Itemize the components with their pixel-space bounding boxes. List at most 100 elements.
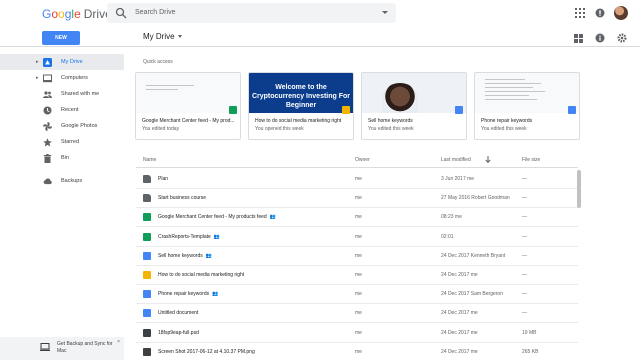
grid-view-icon[interactable]: [572, 32, 584, 44]
file-size: 19 MB: [522, 329, 537, 336]
file-last-modified: 24 Dec 2017 me: [441, 272, 478, 278]
table-row[interactable]: Untitled document me 24 Dec 2017 me —: [136, 304, 578, 324]
file-size: —: [522, 252, 527, 259]
expand-arrow-icon[interactable]: ▸: [36, 59, 39, 65]
info-icon[interactable]: [594, 32, 606, 44]
sidebar-item-bin[interactable]: Bin: [0, 150, 124, 166]
table-row[interactable]: Plan me 3 Jun 2017 me —: [136, 170, 578, 189]
table-row[interactable]: Google Merchant Center feed - My product…: [136, 208, 578, 228]
table-row[interactable]: Phone repair keywords 👥 me 24 Dec 2017 Sam …: [136, 285, 578, 305]
file-name-text: Start business course: [158, 195, 207, 202]
sidebar-item-google-photos[interactable]: Google Photos: [0, 118, 124, 134]
card-title: Phone repair keywords: [481, 118, 533, 124]
file-owner: me: [355, 195, 362, 202]
quick-access-card[interactable]: Phone repair keywords You edited this we…: [474, 72, 580, 140]
file-size: —: [522, 176, 527, 182]
folder-icon: [143, 175, 151, 183]
sidebar-item-backups[interactable]: Backups: [0, 173, 124, 189]
file-list-header: Name Owner Last modified File size: [136, 152, 578, 168]
card-thumbnail: Welcome to the Cryptocurrency Investing …: [249, 73, 353, 113]
file-owner: me: [355, 214, 362, 221]
search-input[interactable]: Search Drive: [135, 7, 175, 19]
action-bar: NEW My Drive: [0, 27, 640, 47]
table-row[interactable]: Sell home keywords 👥 me 24 Dec 2017 Kenneth…: [136, 247, 578, 266]
chevron-down-icon[interactable]: [177, 35, 182, 39]
laptop-icon: [40, 343, 50, 351]
card-subtitle: You edited today: [142, 126, 180, 132]
card-subtitle: You edited this week: [368, 126, 414, 132]
card-thumbnail: [362, 73, 466, 113]
expand-arrow-icon[interactable]: ▸: [36, 75, 39, 81]
file-name-text: Untitled document: [158, 310, 199, 317]
settings-gear-icon[interactable]: [616, 32, 628, 44]
file-name: How to do social media marketing right: [158, 272, 244, 278]
sort-down-arrow-icon[interactable]: [485, 156, 491, 163]
quick-access-card[interactable]: Google Merchant Center feed - My prod...…: [135, 72, 241, 140]
table-row[interactable]: How to do social media marketing right me…: [136, 266, 578, 285]
slides-icon: [143, 271, 151, 279]
avatar[interactable]: [614, 6, 628, 20]
backup-and-sync-promo[interactable]: Get Backup and Sync for Mac ×: [0, 337, 124, 360]
quick-access-card[interactable]: Welcome to the Cryptocurrency Investing …: [248, 72, 354, 140]
table-row[interactable]: CrashReports-Template 👥 me 02:01 —: [136, 228, 578, 247]
quick-access-card[interactable]: Sell home keywords You edited this week: [361, 72, 467, 140]
file-size: —: [522, 310, 527, 317]
card-title: Google Merchant Center feed - My prod...: [142, 118, 235, 124]
breadcrumb-my-drive[interactable]: My Drive: [143, 32, 175, 41]
file-last-modified: 27 May 2016 Robert Goodman: [441, 195, 510, 202]
computer-icon: [43, 74, 52, 83]
shared-icon: 👥: [212, 291, 219, 298]
file-name-text: Sell home keywords: [158, 252, 203, 259]
shared-icon: 👥: [205, 252, 212, 259]
file-name: 18fsp9eap-full.psd: [158, 330, 199, 336]
sidebar-item-shared-with-me[interactable]: Shared with me: [0, 86, 124, 102]
column-owner[interactable]: Owner: [355, 157, 370, 163]
search-options-icon[interactable]: [382, 11, 388, 14]
close-icon[interactable]: ×: [117, 339, 120, 345]
apps-grid-icon[interactable]: [574, 7, 586, 19]
sidebar-item-my-drive[interactable]: ▸ My Drive: [0, 54, 124, 70]
search-bar[interactable]: Search Drive: [107, 3, 396, 23]
sidebar-item-starred[interactable]: Starred: [0, 134, 124, 150]
file-owner: me: [355, 310, 362, 317]
image-file-icon: [143, 328, 151, 337]
docs-icon: [143, 309, 151, 318]
file-name: Google Merchant Center feed - My product…: [158, 214, 276, 220]
sidebar-item-recent[interactable]: Recent: [0, 102, 124, 118]
docs-icon: [455, 106, 463, 114]
file-owner: me: [355, 272, 362, 278]
column-file-size[interactable]: File size: [522, 157, 540, 163]
new-button[interactable]: NEW: [42, 31, 80, 45]
scrollbar[interactable]: [577, 170, 581, 208]
breadcrumb[interactable]: My Drive: [143, 32, 182, 42]
sidebar-item-computers[interactable]: ▸ Computers: [0, 70, 124, 86]
file-owner: me: [355, 348, 362, 355]
card-subtitle: You opened this week: [255, 126, 304, 132]
google-drive-logo[interactable]: Google Drive: [42, 7, 112, 21]
column-last-modified[interactable]: Last modified: [441, 157, 471, 163]
notifications-icon[interactable]: [594, 7, 606, 19]
file-owner: me: [355, 291, 362, 298]
column-name[interactable]: Name: [143, 157, 156, 163]
file-size: 265 KB: [522, 348, 539, 355]
file-size: —: [522, 195, 527, 202]
sheets-icon: [229, 106, 237, 114]
table-row[interactable]: Screen Shot 2017-06-12 at 4.10.37 PM.png…: [136, 343, 578, 360]
file-last-modified: 24 Dec 2017 Sam Bergeron: [441, 291, 503, 298]
file-last-modified: 24 Dec 2017 me: [441, 310, 478, 317]
file-name-text: Plan: [158, 176, 169, 182]
table-row[interactable]: Start business course me 27 May 2016 Rober…: [136, 189, 578, 209]
table-row[interactable]: 18fsp9eap-full.psd me 24 Dec 2017 me 19 MB: [136, 324, 578, 343]
portrait-image: [382, 83, 418, 113]
top-bar: Google Drive Search Drive: [0, 0, 640, 27]
file-last-modified: 24 Dec 2017 Kenneth Bryant: [441, 252, 506, 259]
file-name-text: CrashReports-Template: [158, 233, 211, 240]
file-name: Untitled document: [158, 310, 198, 316]
file-size: —: [522, 291, 527, 298]
file-size: —: [522, 214, 527, 221]
file-name: CrashReports-Template 👥: [158, 234, 220, 240]
docs-icon: [568, 106, 576, 114]
backup-promo-text[interactable]: Get Backup and Sync for Mac: [57, 341, 121, 354]
people-icon: [43, 90, 52, 99]
quick-access-heading: Quick access: [143, 59, 173, 65]
